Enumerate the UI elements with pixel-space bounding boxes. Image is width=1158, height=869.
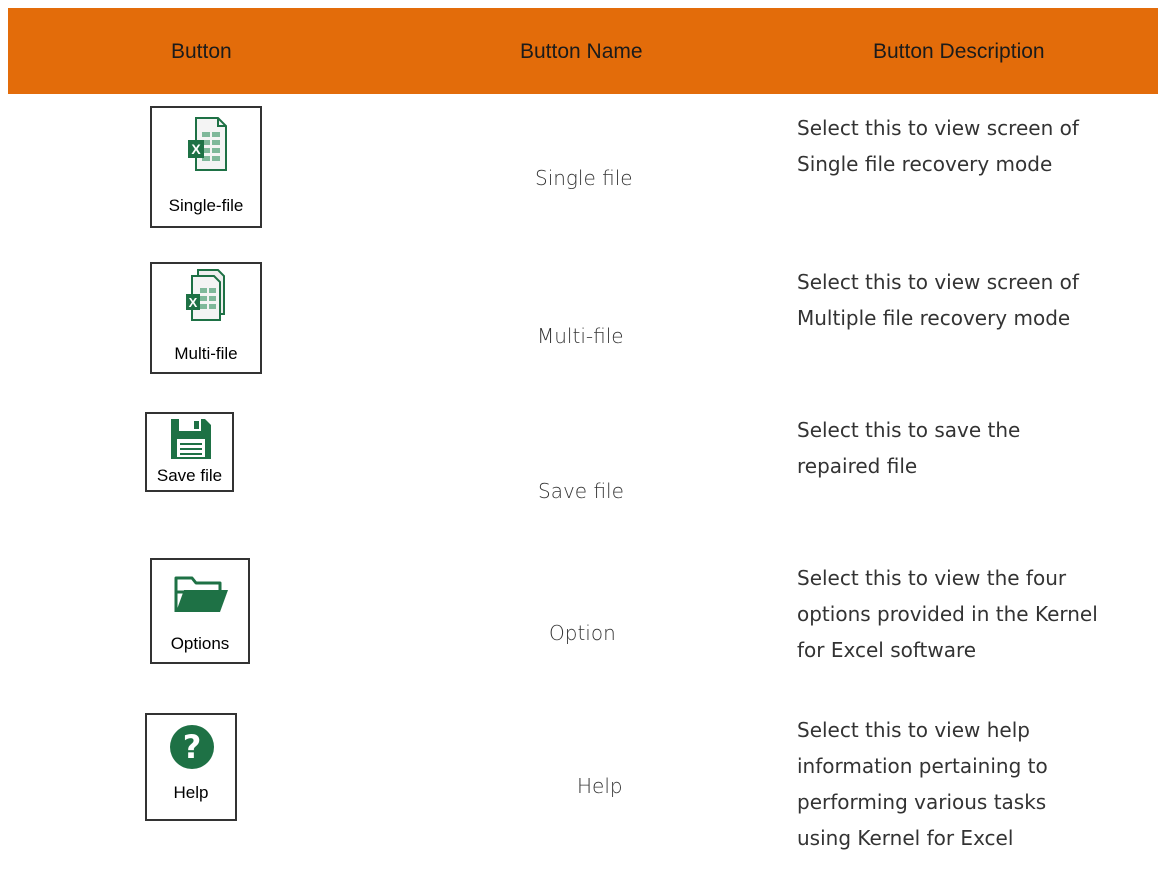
desc-line: using Kernel for Excel <box>797 826 1014 850</box>
desc-line: Select this to save the <box>797 418 1021 442</box>
button-description-single-file: Select this to view screen of Single fil… <box>797 110 1157 182</box>
floppy-disk-icon <box>171 419 211 459</box>
desc-line: Select this to view help <box>797 718 1030 742</box>
desc-line: Select this to view screen of <box>797 270 1079 294</box>
desc-line: Single file recovery mode <box>797 152 1053 176</box>
desc-line: Multiple file recovery mode <box>797 306 1071 330</box>
help-icon-label: Help <box>173 783 209 802</box>
button-description-option: Select this to view the four options pro… <box>797 560 1157 668</box>
button-name-help: Help <box>577 774 623 798</box>
desc-line: Select this to view screen of <box>797 116 1079 140</box>
svg-text:X: X <box>189 295 198 310</box>
single-file-button[interactable]: X Single-file <box>150 106 262 228</box>
save-file-button[interactable]: Save file <box>145 412 234 492</box>
desc-line: Select this to view the four <box>797 566 1067 590</box>
desc-line: performing various tasks <box>797 790 1047 814</box>
svg-text:X: X <box>191 141 201 157</box>
options-icon-label: Options <box>170 634 230 653</box>
single-file-icon-label: Single-file <box>168 196 244 215</box>
desc-line: repaired file <box>797 454 918 478</box>
help-button[interactable]: ? Help <box>145 713 237 821</box>
help-question-icon: ? <box>170 725 214 769</box>
header-button-description: Button Description <box>873 40 1045 63</box>
button-name-option: Option <box>549 621 616 645</box>
desc-line: information pertaining to <box>797 754 1048 778</box>
button-description-help: Select this to view help information per… <box>797 712 1157 856</box>
excel-multi-file-icon: X <box>186 269 225 321</box>
save-file-icon-label: Save file <box>156 466 223 485</box>
excel-single-file-icon: X <box>188 117 227 171</box>
desc-line: for Excel software <box>797 638 977 662</box>
button-name-save-file: Save file <box>538 479 624 503</box>
svg-text:?: ? <box>183 728 202 766</box>
header-button: Button <box>171 40 232 63</box>
options-button[interactable]: Options <box>150 558 250 664</box>
button-name-multi-file: Multi-file <box>537 324 624 348</box>
multi-file-button[interactable]: X Multi-file <box>150 262 262 374</box>
multi-file-icon-label: Multi-file <box>174 344 238 363</box>
header-button-name: Button Name <box>520 40 643 63</box>
button-name-single-file: Single file <box>535 166 633 190</box>
desc-line: options provided in the Kernel <box>797 602 1098 626</box>
button-description-save-file: Select this to save the repaired file <box>797 412 1157 484</box>
table-header: Button Button Name Button Description <box>8 8 1158 94</box>
button-description-multi-file: Select this to view screen of Multiple f… <box>797 264 1157 336</box>
open-folder-icon <box>174 576 228 612</box>
